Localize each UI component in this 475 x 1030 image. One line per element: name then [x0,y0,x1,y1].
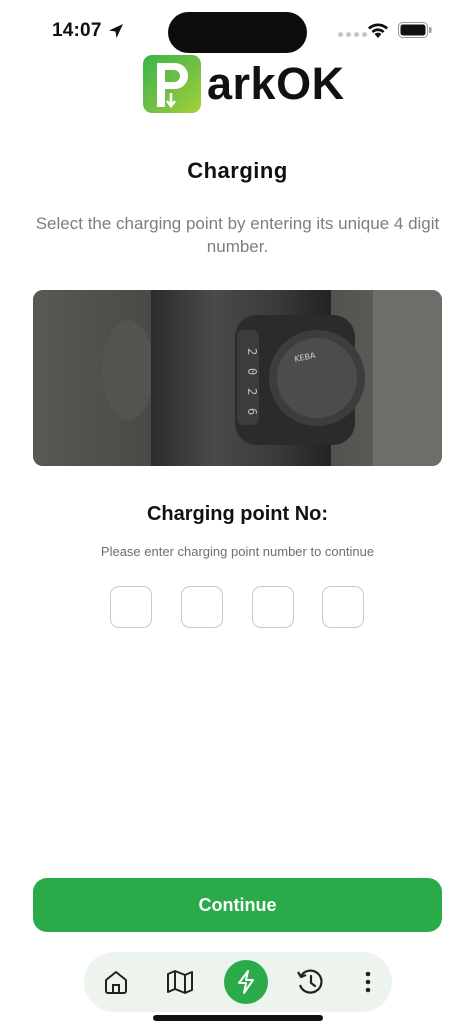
nav-charging[interactable] [224,960,268,1004]
logo-mark [143,55,201,113]
nav-history[interactable] [290,962,330,1002]
logo-text: arkOK [207,58,345,109]
page-title: Charging [187,158,288,183]
location-arrow-icon [109,24,123,38]
photo-digit: 2 [245,388,259,395]
home-indicator [153,1015,323,1021]
cellular-signal-icon [338,32,367,37]
continue-button[interactable]: Continue [33,878,442,932]
photo-digit: 6 [245,408,259,415]
history-icon [297,969,323,994]
digit-input-4[interactable] [322,586,364,628]
digit-input-1[interactable] [110,586,152,628]
map-icon [167,970,193,994]
nav-home[interactable] [96,962,136,1002]
charging-point-hint: Please enter charging point number to co… [100,544,375,559]
digit-input-3[interactable] [252,586,294,628]
dynamic-island [168,12,307,53]
bottom-navigation [84,952,392,1012]
nav-map[interactable] [160,962,200,1002]
photo-digit: 0 [245,368,259,375]
charging-point-label: Charging point No: [146,503,329,525]
nav-more[interactable] [348,962,388,1002]
status-time: 14:07 [52,20,102,41]
digit-input-2[interactable] [181,586,223,628]
page-subtitle: Select the charging point by entering it… [35,214,440,256]
more-vertical-icon [365,971,371,993]
home-icon [105,971,127,994]
lightning-icon [238,970,254,994]
wifi-icon [368,23,388,38]
photo-digit: 2 [245,348,259,355]
charging-station-photo: 2 0 2 6 KEBA [33,290,442,466]
battery-icon [398,22,432,38]
